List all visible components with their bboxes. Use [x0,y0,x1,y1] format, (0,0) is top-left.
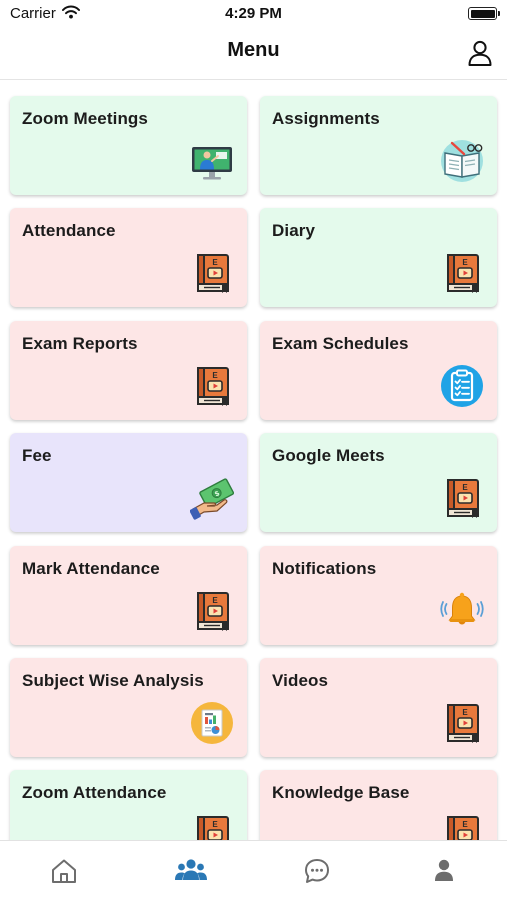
menu-card-label: Knowledge Base [272,783,410,802]
money-hand-icon: $ [190,478,234,520]
menu-card-label: Assignments [272,109,380,128]
video-book-icon [447,816,479,840]
menu-card-label: Subject Wise Analysis [22,671,204,690]
menu-card-google-meets[interactable]: Google Meets [260,433,497,532]
status-bar: Carrier 4:29 PM [0,0,507,28]
open-book-icon [441,140,483,182]
video-book-icon [447,254,479,294]
menu-card-label: Notifications [272,559,377,578]
tab-profile[interactable] [424,851,464,891]
menu-card-label: Zoom Attendance [22,783,167,802]
person-outline-icon[interactable] [465,38,495,68]
users-icon [175,859,207,880]
menu-card-exam-reports[interactable]: Exam Reports [10,321,247,420]
menu-card-label: Mark Attendance [22,559,160,578]
video-book-icon [447,479,479,519]
tab-chat[interactable] [297,851,337,891]
video-book-icon [197,367,229,407]
tab-users[interactable] [171,851,211,891]
menu-card-label: Exam Schedules [272,334,409,353]
menu-card-subject-wise-analysis[interactable]: Subject Wise Analysis [10,658,247,757]
menu-card-fee[interactable]: Fee $ [10,433,247,532]
menu-card-label: Fee [22,446,52,465]
menu-card-label: Diary [272,221,316,240]
home-icon [52,859,76,883]
bell-icon [440,592,484,625]
menu-card-videos[interactable]: Videos [260,658,497,757]
page-title: Menu [227,39,280,61]
menu-card-zoom-attendance[interactable]: Zoom Attendance [10,770,247,840]
teacher-screen-icon [192,147,232,180]
menu-card-label: Zoom Meetings [22,109,148,128]
menu-card-notifications[interactable]: Notifications [260,546,497,645]
menu-card-label: Exam Reports [22,334,138,353]
checklist-icon [441,365,483,407]
menu-card-exam-schedules[interactable]: Exam Schedules [260,321,497,420]
battery-icon [468,7,500,20]
menu-grid: Zoom Meetings Assignments Attendance Dia… [0,80,507,840]
menu-card-attendance[interactable]: Attendance [10,208,247,307]
menu-card-label: Videos [272,671,329,690]
menu-card-label: Google Meets [272,446,385,465]
clock: 4:29 PM [225,5,282,22]
video-book-icon [447,704,479,744]
menu-card-label: Attendance [22,221,116,240]
report-chart-icon [191,702,233,744]
profile-icon [435,859,453,881]
menu-card-assignments[interactable]: Assignments [260,96,497,195]
video-book-icon [197,254,229,294]
nav-bar: Menu [0,28,507,80]
video-book-icon [197,592,229,632]
chat-icon [305,859,329,883]
tab-home[interactable] [44,851,84,891]
video-book-icon [197,816,229,840]
tab-bar [0,840,507,900]
menu-card-diary[interactable]: Diary [260,208,497,307]
menu-card-mark-attendance[interactable]: Mark Attendance [10,546,247,645]
menu-card-zoom-meetings[interactable]: Zoom Meetings [10,96,247,195]
menu-card-knowledge-base[interactable]: Knowledge Base [260,770,497,840]
